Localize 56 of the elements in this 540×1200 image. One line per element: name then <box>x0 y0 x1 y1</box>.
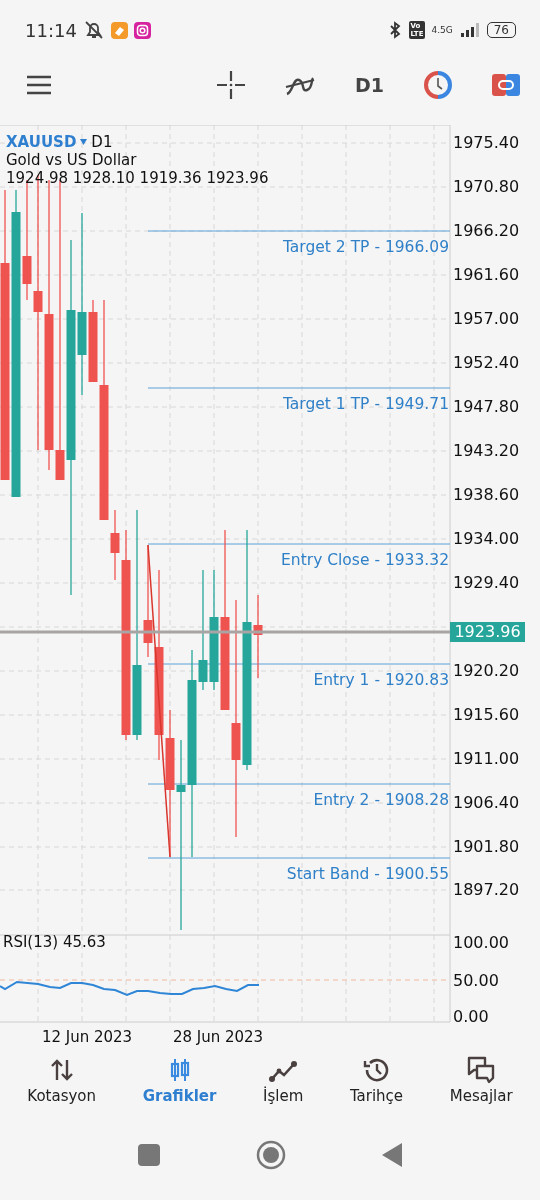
rsi-axis-label: 50.00 <box>453 971 499 991</box>
clock-circle-icon[interactable] <box>424 71 452 99</box>
price-axis-label: 1966.20 <box>453 221 520 241</box>
nav-tab[interactable]: Tarihçe <box>349 1055 404 1125</box>
price-axis-label: 1901.80 <box>453 837 520 857</box>
level-label: Target 1 TP - 1949.71 <box>282 394 449 414</box>
price-axis-label: 1911.00 <box>453 749 520 769</box>
price-axis-label: 1957.00 <box>453 309 520 329</box>
price-axis-label: 1929.40 <box>453 573 520 593</box>
symbol-description: Gold vs US Dollar <box>6 151 138 169</box>
date-axis-label: 12 Jun 2023 <box>40 1028 134 1046</box>
caret-icon[interactable] <box>80 139 88 145</box>
current-price-tag: 1923.96 <box>450 622 525 642</box>
timeframe-button[interactable]: D1 <box>355 74 384 96</box>
price-axis-label: 1970.80 <box>453 177 520 197</box>
level-label: Entry 1 - 1920.83 <box>313 670 449 690</box>
price-axis-label: 1975.40 <box>453 133 520 153</box>
camera-app-icon <box>133 21 151 39</box>
level-label: Start Band - 1900.55 <box>286 864 449 884</box>
nav-tab[interactable]: Kotasyon <box>27 1055 97 1125</box>
battery-indicator: 76 <box>486 22 516 38</box>
rsi-axis-label: 100.00 <box>453 933 509 953</box>
price-axis-label: 1961.60 <box>453 265 520 285</box>
muted-bell-icon <box>82 20 105 40</box>
symbol-selector[interactable]: XAUUSD <box>6 133 77 151</box>
rsi-axis-label: 0.00 <box>453 1007 489 1027</box>
toggle-icon[interactable] <box>492 74 520 96</box>
price-axis-label: 1906.40 <box>453 793 520 813</box>
level-label: Entry Close - 1933.32 <box>281 550 449 570</box>
date-axis-label: 28 Jun 2023 <box>171 1028 265 1046</box>
price-axis-label: 1938.60 <box>453 485 520 505</box>
price-axis-label: 1947.80 <box>453 397 520 417</box>
network-type: 4.5G <box>431 25 453 35</box>
ohlc-values: 1924.98 1928.10 1919.36 1923.96 <box>6 169 269 187</box>
price-axis-label: 1915.60 <box>453 705 520 725</box>
back-icon[interactable] <box>382 1143 402 1167</box>
price-axis-label: 1952.40 <box>453 353 520 373</box>
price-axis-label: 1897.20 <box>453 880 520 900</box>
app-icon <box>110 21 128 39</box>
home-icon[interactable] <box>256 1140 286 1170</box>
chat-icon <box>466 1055 497 1085</box>
price-axis-label: 1934.00 <box>453 529 520 549</box>
rsi-label: RSI(13) 45.63 <box>3 933 106 951</box>
level-label: Target 2 TP - 1966.09 <box>282 237 449 257</box>
signal-icon <box>458 22 481 38</box>
nav-tab[interactable]: İşlem <box>263 1055 304 1125</box>
recent-apps-icon[interactable] <box>138 1144 160 1166</box>
menu-icon[interactable] <box>26 75 52 95</box>
crosshair-icon[interactable] <box>217 71 245 99</box>
chart-timeframe: D1 <box>91 133 113 151</box>
level-label: Entry 2 - 1908.28 <box>313 790 449 810</box>
price-axis-label: 1920.20 <box>453 661 520 681</box>
nav-tab[interactable]: Grafikler <box>142 1055 217 1125</box>
price-axis-label: 1943.20 <box>453 441 520 461</box>
status-time: 11:14 <box>25 19 77 41</box>
nav-tab[interactable]: Mesajlar <box>449 1055 513 1125</box>
